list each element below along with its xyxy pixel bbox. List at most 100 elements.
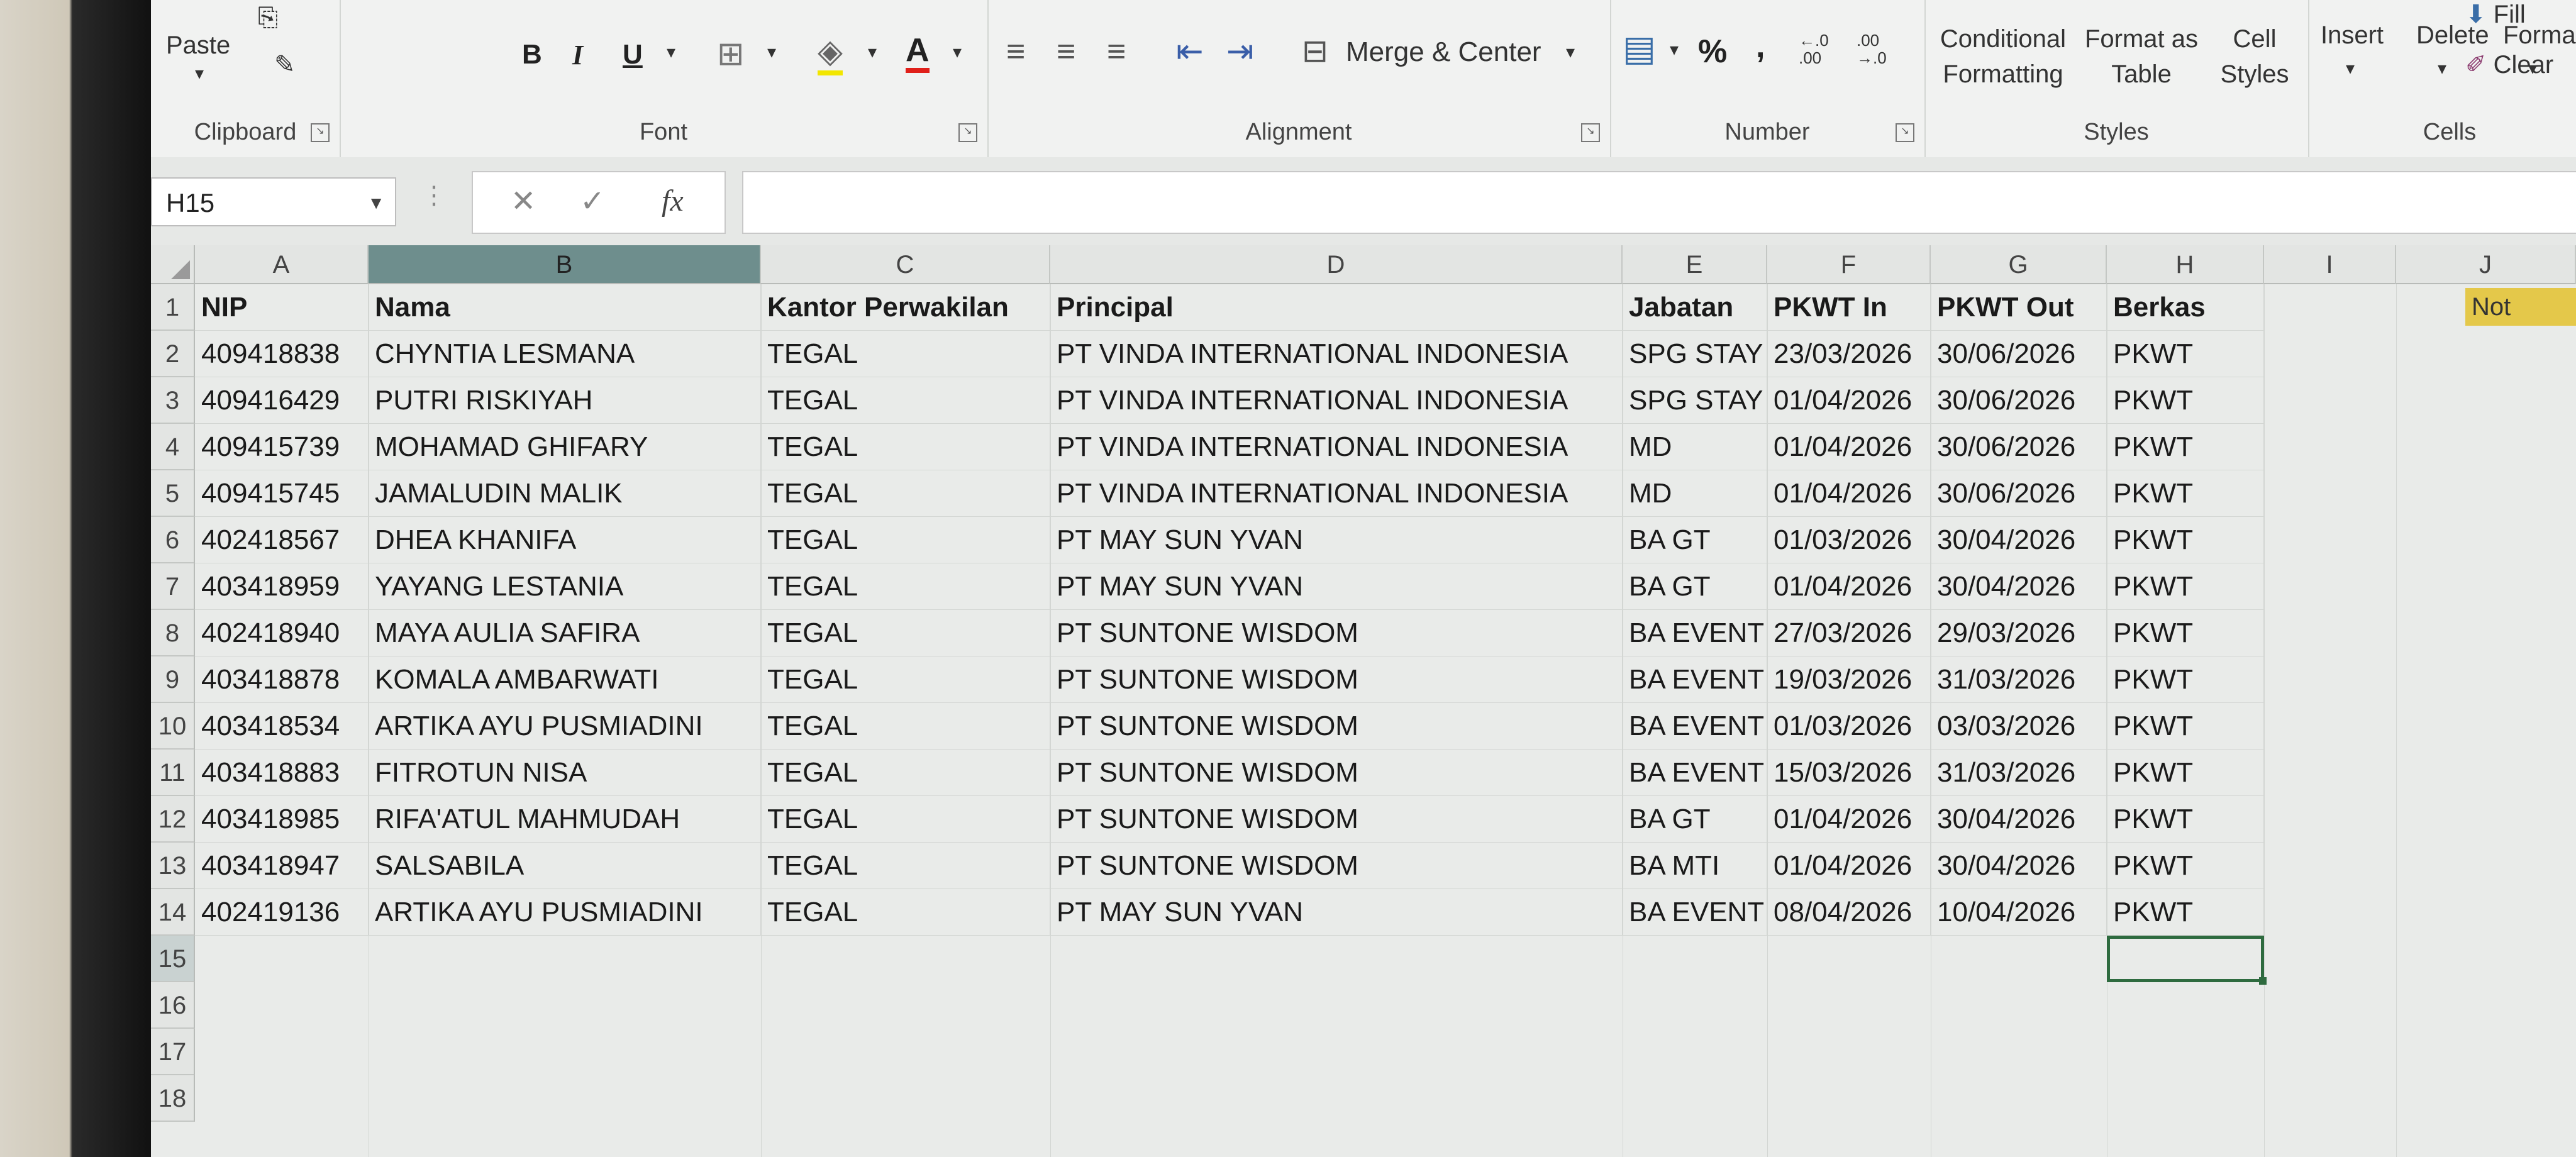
align-center-icon[interactable]: ≡: [1057, 33, 1075, 70]
column-header-d[interactable]: D: [1050, 245, 1623, 284]
column-header-f[interactable]: F: [1767, 245, 1931, 284]
data-cell[interactable]: PT SUNTONE WISDOM: [1050, 750, 1623, 796]
data-cell[interactable]: MAYA AULIA SAFIRA: [369, 610, 761, 656]
name-box-dropdown-icon[interactable]: ▼: [367, 179, 385, 228]
data-cell[interactable]: TEGAL: [761, 610, 1050, 656]
data-cell[interactable]: PKWT: [2107, 517, 2264, 563]
data-cell[interactable]: 01/04/2026: [1767, 470, 1931, 517]
data-cell[interactable]: 403418959: [195, 563, 369, 610]
data-cell[interactable]: PT MAY SUN YVAN: [1050, 563, 1623, 610]
data-cell[interactable]: TEGAL: [761, 796, 1050, 843]
data-cell[interactable]: BA EVENT: [1623, 610, 1767, 656]
font-color-icon[interactable]: A: [906, 33, 930, 73]
data-cell[interactable]: 31/03/2026: [1931, 656, 2107, 703]
align-left-icon[interactable]: ≡: [1006, 33, 1025, 70]
data-cell[interactable]: PT VINDA INTERNATIONAL INDONESIA: [1050, 377, 1623, 424]
data-cell[interactable]: PUTRI RISKIYAH: [369, 377, 761, 424]
data-cell[interactable]: 409416429: [195, 377, 369, 424]
data-cell[interactable]: 30/04/2026: [1931, 843, 2107, 889]
data-cell[interactable]: TEGAL: [761, 889, 1050, 936]
clear-button[interactable]: ✐ Clear: [2465, 50, 2553, 79]
data-cell[interactable]: TEGAL: [761, 424, 1050, 470]
data-cell[interactable]: 30/06/2026: [1931, 377, 2107, 424]
row-header-9[interactable]: 9: [151, 656, 195, 703]
data-cell[interactable]: 10/04/2026: [1931, 889, 2107, 936]
header-cell-h[interactable]: Berkas: [2107, 284, 2264, 331]
row-header-6[interactable]: 6: [151, 517, 195, 563]
clipboard-launcher-icon[interactable]: ↘: [311, 123, 330, 142]
data-cell[interactable]: PKWT: [2107, 843, 2264, 889]
data-cell[interactable]: PKWT: [2107, 470, 2264, 517]
data-cell[interactable]: 01/03/2026: [1767, 517, 1931, 563]
data-cell[interactable]: PKWT: [2107, 331, 2264, 377]
data-cell[interactable]: 31/03/2026: [1931, 750, 2107, 796]
enter-check-icon[interactable]: ✓: [580, 184, 605, 219]
active-cell-selection[interactable]: [2107, 936, 2267, 985]
row-header-5[interactable]: 5: [151, 470, 195, 517]
data-cell[interactable]: 402419136: [195, 889, 369, 936]
header-cell-g[interactable]: PKWT Out: [1931, 284, 2107, 331]
align-right-icon[interactable]: ≡: [1107, 33, 1126, 70]
underline-dropdown-icon[interactable]: ▾: [667, 42, 675, 62]
data-cell[interactable]: 409418838: [195, 331, 369, 377]
data-cell[interactable]: BA GT: [1623, 563, 1767, 610]
data-cell[interactable]: PKWT: [2107, 563, 2264, 610]
data-cell[interactable]: 30/06/2026: [1931, 470, 2107, 517]
number-launcher-icon[interactable]: ↘: [1896, 123, 1914, 142]
format-painter-icon[interactable]: ✎: [274, 50, 296, 79]
data-cell[interactable]: 01/03/2026: [1767, 703, 1931, 750]
data-cell[interactable]: SPG STAY: [1623, 377, 1767, 424]
data-cell[interactable]: 08/04/2026: [1767, 889, 1931, 936]
data-cell[interactable]: 15/03/2026: [1767, 750, 1931, 796]
data-cell[interactable]: KOMALA AMBARWATI: [369, 656, 761, 703]
data-cell[interactable]: 403418883: [195, 750, 369, 796]
row-header-10[interactable]: 10: [151, 703, 195, 750]
data-cell[interactable]: ARTIKA AYU PUSMIADINI: [369, 703, 761, 750]
data-cell[interactable]: SALSABILA: [369, 843, 761, 889]
accounting-format-icon[interactable]: ▤: [1623, 28, 1656, 69]
conditional-formatting-button[interactable]: Conditional Formatting: [1937, 21, 2069, 92]
comma-button[interactable]: ,: [1756, 28, 1765, 65]
row-header-7[interactable]: 7: [151, 563, 195, 610]
bold-button[interactable]: B: [522, 39, 542, 70]
cell-styles-button[interactable]: Cell Styles: [2214, 21, 2296, 92]
font-launcher-icon[interactable]: ↘: [958, 123, 977, 142]
header-cell-f[interactable]: PKWT In: [1767, 284, 1931, 331]
paste-dropdown-icon[interactable]: ▾: [195, 63, 204, 84]
column-header-h[interactable]: H: [2107, 245, 2264, 284]
data-cell[interactable]: SPG STAY: [1623, 331, 1767, 377]
header-cell-d[interactable]: Principal: [1050, 284, 1623, 331]
italic-button[interactable]: I: [572, 39, 583, 71]
row-header-17[interactable]: 17: [151, 1029, 195, 1075]
data-cell[interactable]: TEGAL: [761, 703, 1050, 750]
data-cell[interactable]: 19/03/2026: [1767, 656, 1931, 703]
header-cell-e[interactable]: Jabatan: [1623, 284, 1767, 331]
insert-function-button[interactable]: fx: [662, 184, 684, 218]
column-header-b[interactable]: B: [369, 245, 761, 284]
data-cell[interactable]: 01/04/2026: [1767, 424, 1931, 470]
row-header-1[interactable]: 1: [151, 284, 195, 331]
row-header-4[interactable]: 4: [151, 424, 195, 470]
data-cell[interactable]: 01/04/2026: [1767, 563, 1931, 610]
data-cell[interactable]: BA GT: [1623, 517, 1767, 563]
data-cell[interactable]: TEGAL: [761, 563, 1050, 610]
data-cell[interactable]: PT SUNTONE WISDOM: [1050, 703, 1623, 750]
data-cell[interactable]: PT SUNTONE WISDOM: [1050, 796, 1623, 843]
data-cell[interactable]: DHEA KHANIFA: [369, 517, 761, 563]
copy-icon[interactable]: ⎘: [258, 4, 278, 32]
data-cell[interactable]: PT VINDA INTERNATIONAL INDONESIA: [1050, 424, 1623, 470]
decrease-indent-icon[interactable]: ⇤: [1176, 33, 1204, 70]
insert-dropdown-icon[interactable]: ▾: [2346, 58, 2355, 79]
alignment-launcher-icon[interactable]: ↘: [1581, 123, 1600, 142]
data-cell[interactable]: MD: [1623, 470, 1767, 517]
data-cell[interactable]: BA EVENT: [1623, 750, 1767, 796]
fill-button[interactable]: ⬇ Fill: [2465, 0, 2526, 29]
row-header-15[interactable]: 15: [151, 936, 195, 982]
row-header-11[interactable]: 11: [151, 750, 195, 796]
data-cell[interactable]: BA GT: [1623, 796, 1767, 843]
data-cell[interactable]: YAYANG LESTANIA: [369, 563, 761, 610]
data-cell[interactable]: PT MAY SUN YVAN: [1050, 517, 1623, 563]
paste-button[interactable]: Paste: [166, 31, 230, 60]
data-cell[interactable]: 403418878: [195, 656, 369, 703]
data-cell[interactable]: TEGAL: [761, 331, 1050, 377]
